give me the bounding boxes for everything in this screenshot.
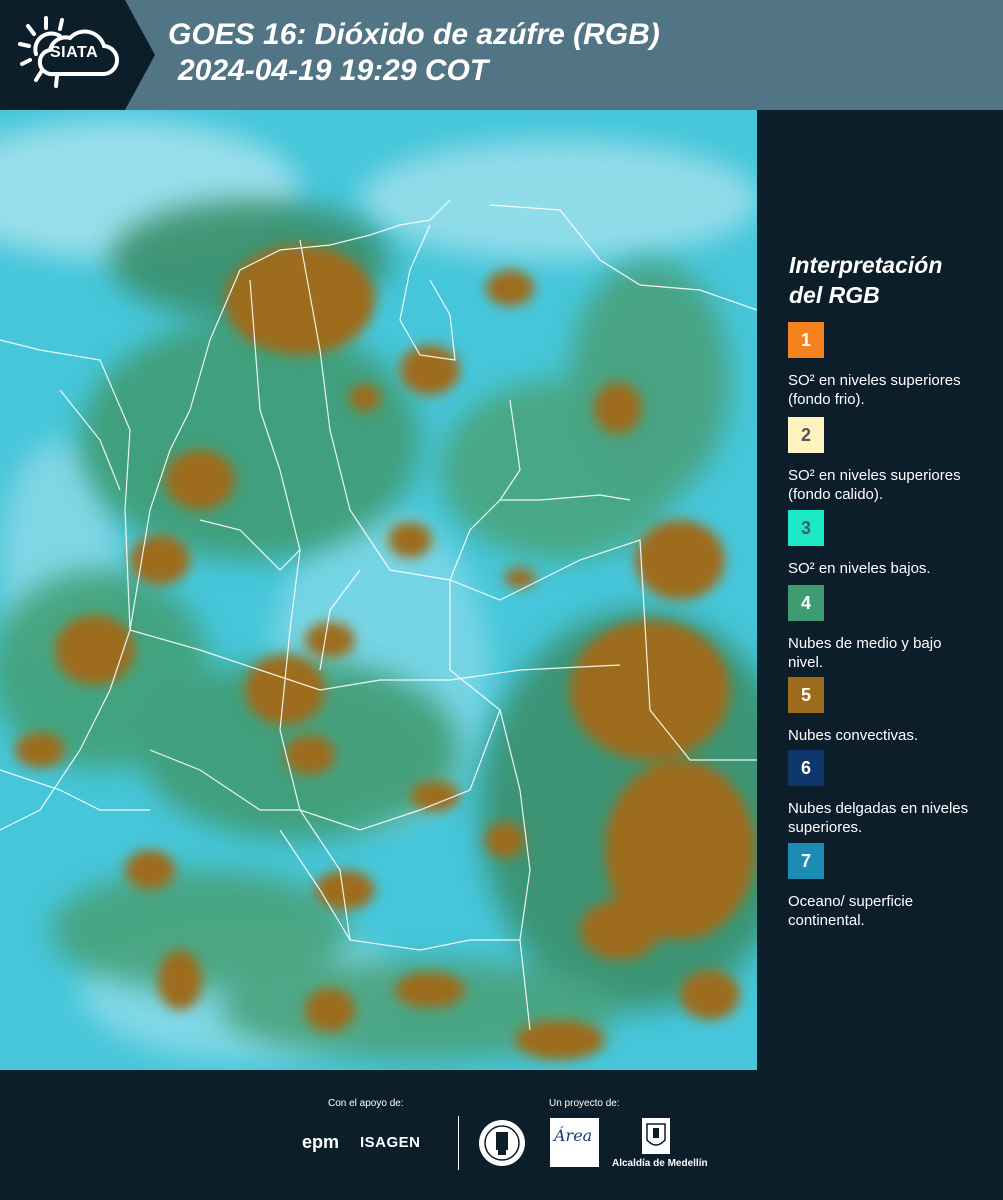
legend-item-3: 3 SO² en niveles bajos. — [788, 510, 988, 578]
epm-logo[interactable]: epm — [302, 1132, 339, 1153]
project-label: Un proyecto de: — [549, 1098, 620, 1109]
support-label: Con el apoyo de: — [328, 1098, 404, 1109]
legend-swatch: 5 — [788, 677, 824, 713]
medellin-shield-icon[interactable] — [642, 1118, 670, 1154]
legend-swatch: 2 — [788, 417, 824, 453]
legend-item-5: 5 Nubes convectivas. — [788, 677, 988, 745]
isagen-logo[interactable]: ISAGEN — [360, 1134, 421, 1151]
page-title: GOES 16: Dióxido de azúfre (RGB) — [168, 18, 660, 51]
legend-label: SO² en niveles superiores (fondo frio). — [788, 372, 961, 408]
logo-text: SIATA — [50, 44, 99, 61]
legend-item-2: 2 SO² en niveles superiores (fondo calid… — [788, 417, 988, 504]
legend-swatch: 6 — [788, 750, 824, 786]
satellite-image — [0, 110, 757, 1070]
legend-item-4: 4 Nubes de medio y bajo nivel. — [788, 585, 988, 672]
legend-item-1: 1 SO² en niveles superiores (fondo frio)… — [788, 322, 988, 409]
footer-bar: Con el apoyo de: epm ISAGEN Un proyecto … — [0, 1070, 1003, 1200]
siata-logo[interactable]: SIATA — [0, 0, 155, 110]
legend-label: Oceano/ superficie continental. — [788, 893, 914, 929]
legend-label: Nubes delgadas en niveles superiores. — [788, 800, 969, 836]
legend-label: SO² en niveles bajos. — [788, 560, 931, 577]
legend-number: 3 — [800, 517, 811, 538]
legend-title: Interpretación del RGB — [789, 250, 989, 310]
legend-number: 1 — [800, 329, 811, 350]
legend-item-6: 6 Nubes delgadas en niveles superiores. — [788, 750, 988, 837]
legend-swatch: 7 — [788, 843, 824, 879]
legend-title-line1: Interpretación — [789, 252, 943, 278]
footer-divider — [458, 1116, 459, 1170]
header-bar: SIATA GOES 16: Dióxido de azúfre (RGB) 2… — [0, 0, 1003, 110]
alcaldia-medellin-logo[interactable]: Alcaldía de Medellín — [612, 1158, 708, 1169]
area-metropolitana-text: Área — [554, 1126, 593, 1145]
legend-number: 6 — [800, 757, 811, 778]
legend-item-7: 7 Oceano/ superficie continental. — [788, 843, 988, 930]
legend-title-line2: del RGB — [789, 282, 880, 308]
legend-panel: Interpretación del RGB 1 SO² en niveles … — [757, 110, 1003, 1070]
legend-label: Nubes convectivas. — [788, 727, 919, 744]
legend-number: 5 — [800, 684, 811, 705]
legend-swatch: 3 — [788, 510, 824, 546]
legend-number: 7 — [800, 850, 811, 871]
legend-swatch: 1 — [788, 322, 824, 358]
legend-number: 4 — [800, 592, 811, 613]
legend-swatch: 4 — [788, 585, 824, 621]
legend-number: 2 — [800, 424, 811, 445]
page-timestamp: 2024-04-19 19:29 COT — [178, 54, 489, 87]
legend-label: SO² en niveles superiores (fondo calido)… — [788, 467, 961, 503]
satellite-map[interactable] — [0, 110, 757, 1070]
legend-label: Nubes de medio y bajo nivel. — [788, 635, 942, 671]
medellin-seal-icon[interactable] — [477, 1118, 527, 1168]
